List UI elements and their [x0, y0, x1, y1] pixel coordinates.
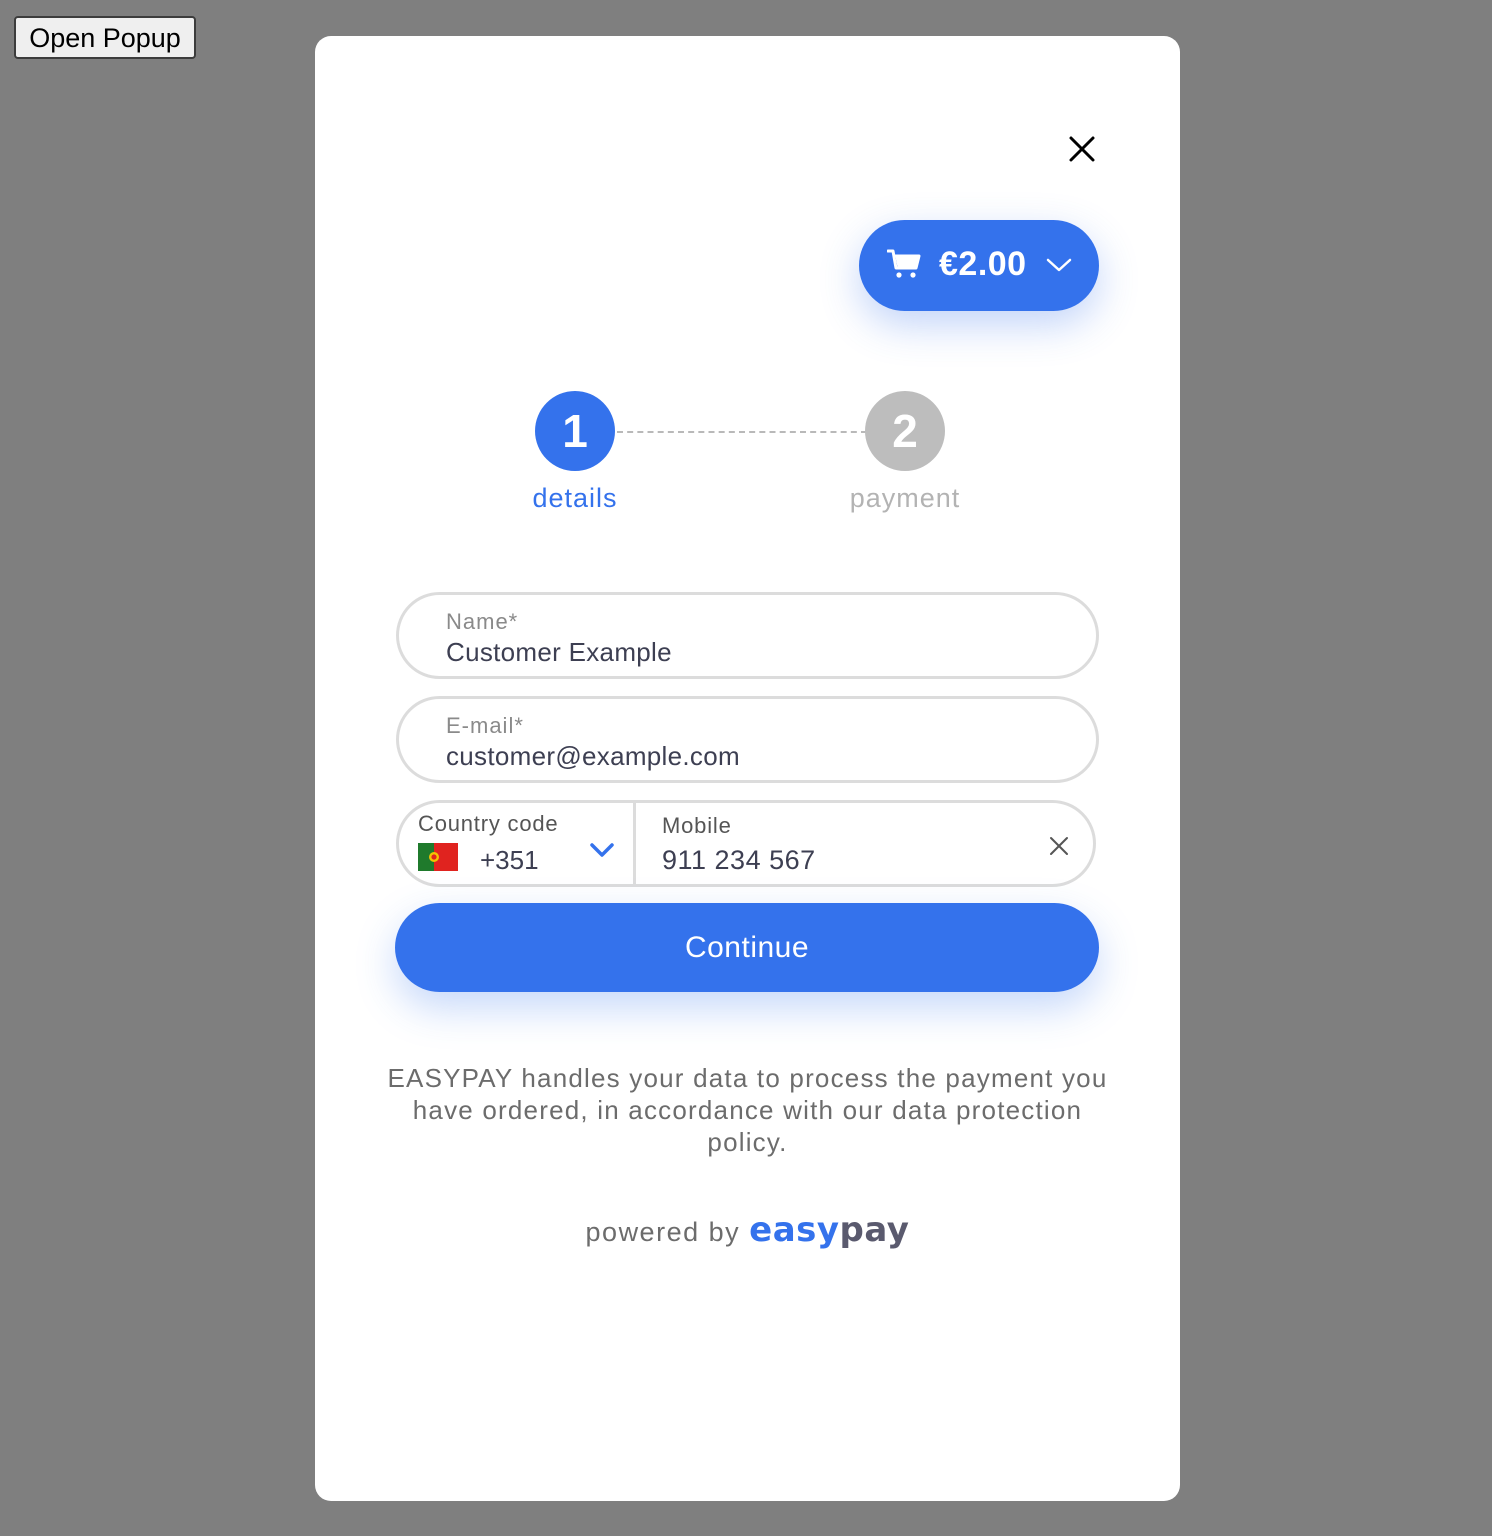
country-code-label: Country code — [418, 811, 559, 836]
step-number: 2 — [865, 391, 945, 471]
email-label: E-mail* — [446, 713, 524, 738]
cart-summary-button[interactable]: €2.00 — [859, 220, 1099, 311]
name-field[interactable]: Name* Customer Example — [396, 592, 1099, 679]
open-popup-button[interactable]: Open Popup — [14, 16, 196, 59]
payment-modal: €2.00 1 details 2 payment Name* Customer… — [315, 36, 1180, 1501]
step-payment: 2 payment — [825, 391, 985, 514]
phone-field: Country code +351 Mobile 911 234 567 — [396, 800, 1096, 887]
country-code-value: +351 — [480, 845, 539, 875]
step-number: 1 — [535, 391, 615, 471]
name-label: Name* — [446, 609, 519, 634]
email-field[interactable]: E-mail* customer@example.com — [396, 696, 1099, 783]
chevron-down-icon — [1046, 258, 1072, 272]
easypay-logo: easypay — [749, 1210, 910, 1250]
close-icon[interactable] — [1067, 134, 1097, 164]
chevron-down-icon[interactable] — [589, 841, 615, 859]
powered-by-text: powered by — [585, 1217, 741, 1247]
powered-by: powered by easypay — [315, 1210, 1180, 1250]
email-input[interactable]: customer@example.com — [446, 741, 740, 772]
continue-button[interactable]: Continue — [395, 903, 1099, 992]
portugal-flag-icon — [418, 843, 458, 871]
data-protection-notice: EASYPAY handles your data to process the… — [387, 1063, 1108, 1157]
mobile-label: Mobile — [662, 813, 732, 838]
step-details: 1 details — [515, 391, 635, 514]
cart-icon — [887, 249, 921, 278]
cart-amount: €2.00 — [939, 245, 1027, 283]
mobile-input[interactable]: 911 234 567 — [662, 845, 816, 876]
phone-divider — [633, 803, 636, 884]
clear-icon[interactable] — [1049, 836, 1069, 856]
step-label: details — [532, 483, 618, 513]
step-label: payment — [849, 483, 961, 513]
name-input[interactable]: Customer Example — [446, 637, 672, 668]
